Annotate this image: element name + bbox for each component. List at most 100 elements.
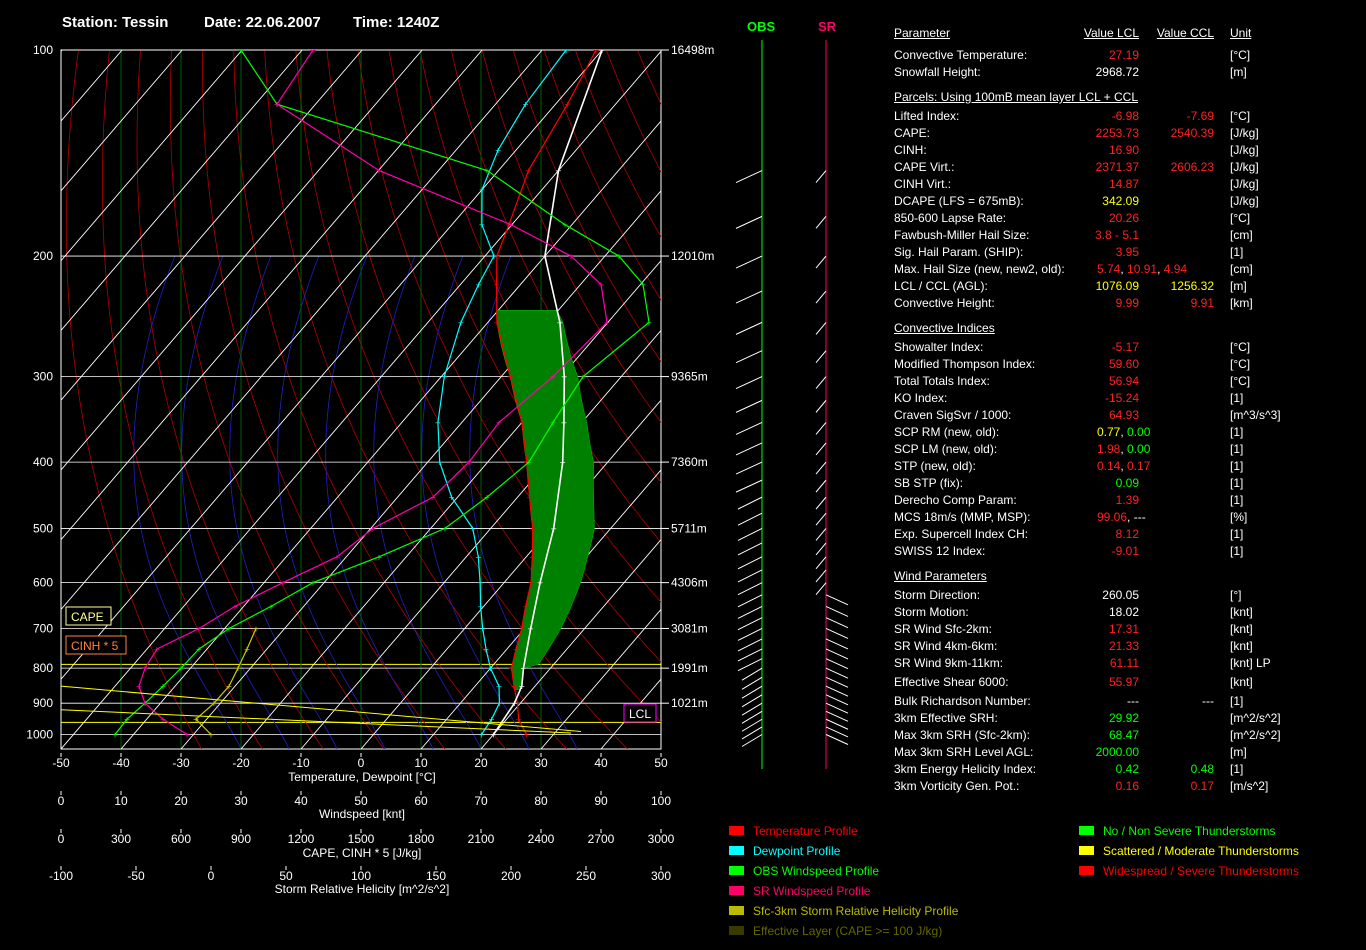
sr-wind-barb bbox=[815, 422, 827, 435]
param-value-lcl: 18.02 bbox=[1108, 605, 1139, 619]
cape-tick-label: 0 bbox=[58, 832, 65, 846]
obs-wind-barb bbox=[737, 648, 763, 662]
cape-tick-label: 2400 bbox=[528, 832, 555, 846]
param-value-lcl: 0.16 bbox=[1115, 779, 1139, 793]
obs-wind-barb bbox=[741, 734, 763, 747]
param-unit: [°C] bbox=[1230, 357, 1251, 371]
param-unit: [m/s^2] bbox=[1230, 779, 1269, 793]
param-value-part: 10.91 bbox=[1127, 262, 1158, 276]
obs-wind-barb bbox=[737, 638, 763, 652]
pressure-tick-label: 100 bbox=[33, 43, 53, 57]
sr-wind-barb bbox=[815, 528, 827, 541]
obs-wind-barb bbox=[737, 658, 763, 672]
param-name: SCP RM (new, old): bbox=[894, 425, 1000, 439]
param-value-lcl: 0.09 bbox=[1115, 476, 1139, 490]
param-unit: [J/kg] bbox=[1230, 160, 1259, 174]
param-name: Lifted Index: bbox=[894, 109, 960, 123]
param-value-lcl: 27.19 bbox=[1108, 48, 1139, 62]
param-name: Craven SigSvr / 1000: bbox=[894, 408, 1012, 422]
legend-label: Widespread / Severe Thunderstorms bbox=[1103, 864, 1299, 878]
param-value-lcl: 2000.00 bbox=[1095, 745, 1139, 759]
param-unit: [1] bbox=[1230, 493, 1244, 507]
param-value-ccl: --- bbox=[1202, 694, 1214, 708]
sr-wind-barb bbox=[815, 350, 827, 364]
param-unit: [J/kg] bbox=[1230, 126, 1259, 140]
param-value-part: 99.06 bbox=[1097, 510, 1128, 524]
param-value-lcl: --- bbox=[1127, 694, 1139, 708]
param-value-ccl: 1256.32 bbox=[1170, 279, 1214, 293]
param-value-part: 4.94 bbox=[1163, 262, 1188, 276]
obs-wind-barb bbox=[737, 556, 763, 570]
windspeed-tick-label: 90 bbox=[594, 794, 608, 808]
param-unit: [1] bbox=[1230, 544, 1244, 558]
param-name: DCAPE (LFS = 675mB): bbox=[894, 194, 1024, 208]
param-value-lcl: 55.97 bbox=[1108, 675, 1139, 689]
param-name: Storm Motion: bbox=[894, 605, 969, 619]
param-unit: [1] bbox=[1230, 694, 1244, 708]
param-value-lcl: 260.05 bbox=[1102, 588, 1139, 602]
param-unit: [knt] bbox=[1230, 605, 1253, 619]
param-name: SR Wind 4km-6km: bbox=[894, 639, 998, 653]
legend-swatch bbox=[729, 906, 744, 915]
obs-wind-barb bbox=[741, 726, 763, 740]
param-value-lcl: 16.90 bbox=[1108, 143, 1139, 157]
obs-wind-barb bbox=[737, 617, 763, 631]
param-unit: [J/kg] bbox=[1230, 143, 1259, 157]
series-marker: + bbox=[523, 730, 530, 739]
obs-wind-barb bbox=[737, 628, 763, 641]
param-name: Exp. Supercell Index CH: bbox=[894, 527, 1029, 541]
windspeed-tick-label: 80 bbox=[534, 794, 548, 808]
param-value-ccl: 2606.23 bbox=[1170, 160, 1214, 174]
windspeed-tick-label: 100 bbox=[651, 794, 671, 808]
legend-swatch bbox=[729, 866, 744, 875]
pressure-tick-label: 400 bbox=[33, 455, 53, 469]
param-unit: [J/kg] bbox=[1230, 194, 1259, 208]
temp-tick-label: -50 bbox=[52, 756, 70, 770]
srh-tick-label: -50 bbox=[127, 869, 145, 883]
param-name: Max 3km SRH (Sfc-2km): bbox=[894, 728, 1031, 742]
height-tick-label: 16498m bbox=[671, 43, 714, 57]
param-value-part: 0.00 bbox=[1127, 425, 1151, 439]
legend-swatch bbox=[729, 826, 744, 835]
param-value-lcl: 59.60 bbox=[1108, 357, 1139, 371]
param-value-lcl: 14.87 bbox=[1108, 177, 1139, 191]
param-unit: [J/kg] bbox=[1230, 177, 1259, 191]
srh-tick-label: 50 bbox=[279, 869, 293, 883]
cape-axis-label: CAPE, CINH * 5 [J/kg] bbox=[303, 846, 422, 860]
param-name: SCP LM (new, old): bbox=[894, 442, 998, 456]
sr-wind-barb bbox=[815, 461, 827, 475]
lcl-box-label: LCL bbox=[629, 707, 651, 721]
param-value-lcl: 17.31 bbox=[1108, 622, 1139, 636]
srh-tick-label: -100 bbox=[49, 869, 73, 883]
cape-box-label: CAPE bbox=[71, 610, 104, 624]
cape-tick-label: 1200 bbox=[288, 832, 315, 846]
param-value-lcl: 56.94 bbox=[1108, 374, 1139, 388]
obs-wind-barb bbox=[737, 542, 763, 556]
param-value-ccl: 0.17 bbox=[1190, 779, 1214, 793]
windspeed-tick-label: 40 bbox=[294, 794, 308, 808]
cape-tick-label: 300 bbox=[111, 832, 131, 846]
param-unit: [1] bbox=[1230, 245, 1244, 259]
height-tick-label: 7360m bbox=[671, 455, 708, 469]
cape-tick-label: 1500 bbox=[348, 832, 375, 846]
param-col-header: Parameter bbox=[894, 26, 951, 40]
legend-label: OBS Windspeed Profile bbox=[753, 864, 880, 878]
param-name: Total Totals Index: bbox=[894, 374, 990, 388]
param-value-lcl: -9.01 bbox=[1111, 544, 1139, 558]
obs-wind-barb bbox=[735, 255, 763, 269]
param-value-part: , bbox=[1127, 510, 1134, 524]
legend-swatch bbox=[1079, 846, 1094, 855]
cape-tick-label: 1800 bbox=[408, 832, 435, 846]
obs-wind-barb bbox=[735, 376, 763, 390]
pressure-tick-label: 300 bbox=[33, 370, 53, 384]
param-unit: [m^3/s^3] bbox=[1230, 408, 1281, 422]
legend-swatch bbox=[1079, 866, 1094, 875]
srh-axis-label: Storm Relative Helicity [m^2/s^2] bbox=[275, 882, 450, 896]
param-name: CINH Virt.: bbox=[894, 177, 952, 191]
param-name: Effective Shear 6000: bbox=[894, 675, 1009, 689]
param-value-lcl: 2968.72 bbox=[1095, 65, 1139, 79]
sr-wind-barb bbox=[825, 667, 849, 679]
obs-wind-barb bbox=[741, 667, 763, 681]
obs-wind-barb bbox=[735, 215, 763, 229]
param-value-lcl: 21.33 bbox=[1108, 639, 1139, 653]
